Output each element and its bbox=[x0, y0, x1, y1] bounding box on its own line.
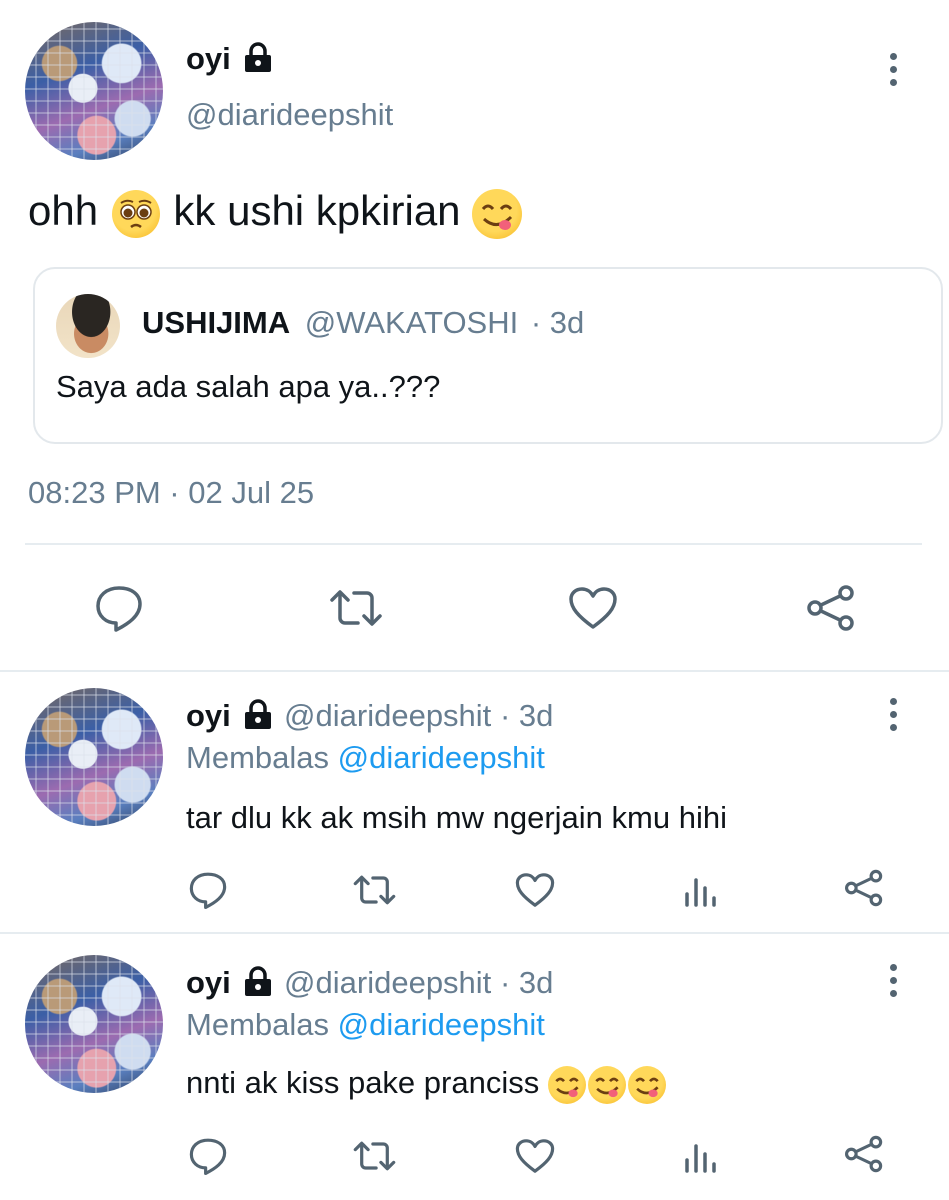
tweet-text: tar dlu kk ak msih mw ngerjain kmu hihi bbox=[186, 800, 727, 835]
lock-icon bbox=[245, 699, 272, 729]
share-icon[interactable] bbox=[844, 869, 884, 907]
more-vertical-icon[interactable] bbox=[887, 698, 899, 731]
display-name[interactable]: oyi bbox=[186, 965, 231, 1000]
lock-icon bbox=[245, 42, 272, 72]
tweet-text-part: ohh bbox=[28, 187, 110, 234]
avatar[interactable] bbox=[25, 955, 163, 1093]
yum-face-emoji bbox=[627, 1065, 666, 1104]
analytics-icon[interactable] bbox=[682, 1138, 718, 1174]
handle[interactable]: @diarideepshit bbox=[284, 698, 491, 733]
yum-face-emoji bbox=[547, 1065, 586, 1104]
quoted-age: · 3d bbox=[530, 305, 585, 340]
avatar[interactable] bbox=[25, 22, 163, 160]
quoted-author-line: USHIJIMA @WAKATOSHI · 3d bbox=[142, 303, 584, 343]
like-icon[interactable] bbox=[515, 872, 555, 908]
more-vertical-icon[interactable] bbox=[887, 53, 899, 86]
retweet-icon[interactable] bbox=[352, 1140, 397, 1172]
retweet-icon[interactable] bbox=[328, 588, 384, 628]
reply-context: Membalas @diarideepshit bbox=[186, 738, 545, 778]
tweet-text: nnti ak kiss pake pranciss bbox=[186, 1063, 666, 1104]
avatar[interactable] bbox=[25, 688, 163, 826]
analytics-icon[interactable] bbox=[682, 872, 718, 908]
tweet-text: ohh kk ushi kpkirian bbox=[28, 186, 523, 239]
lock-icon bbox=[245, 966, 272, 996]
like-icon[interactable] bbox=[515, 1138, 555, 1174]
divider bbox=[0, 932, 949, 934]
display-name[interactable]: oyi bbox=[186, 698, 231, 733]
quoted-avatar[interactable] bbox=[56, 294, 120, 358]
pleading-face-emoji bbox=[111, 189, 160, 238]
retweet-icon[interactable] bbox=[352, 874, 397, 906]
share-icon[interactable] bbox=[806, 584, 856, 632]
more-vertical-icon[interactable] bbox=[887, 964, 899, 997]
tweet-text-part: kk ushi kpkirian bbox=[173, 187, 473, 234]
reply-prefix: Membalas bbox=[186, 740, 338, 775]
reply-to-link[interactable]: @diarideepshit bbox=[338, 1007, 545, 1042]
handle[interactable]: @diarideepshit bbox=[284, 965, 491, 1000]
quoted-handle: @WAKATOSHI bbox=[304, 305, 519, 340]
yum-face-emoji bbox=[472, 188, 523, 239]
reply-context: Membalas @diarideepshit bbox=[186, 1005, 545, 1045]
reply-icon[interactable] bbox=[94, 584, 144, 632]
timestamp: 08:23 PM · 02 Jul 25 bbox=[28, 475, 315, 510]
tweet-text-part: nnti ak kiss pake pranciss bbox=[186, 1065, 548, 1100]
author-line: oyi bbox=[186, 40, 273, 78]
reply-icon[interactable] bbox=[188, 871, 228, 909]
share-icon[interactable] bbox=[844, 1135, 884, 1173]
reply-prefix: Membalas bbox=[186, 1007, 338, 1042]
author-line: oyi @diarideepshit · 3d bbox=[186, 963, 553, 1003]
yum-face-emoji bbox=[587, 1065, 626, 1104]
quoted-tweet[interactable]: USHIJIMA @WAKATOSHI · 3d Saya ada salah … bbox=[33, 267, 943, 444]
reply-icon[interactable] bbox=[188, 1137, 228, 1175]
tweet-age: · 3d bbox=[499, 965, 554, 1000]
reply-to-link[interactable]: @diarideepshit bbox=[338, 740, 545, 775]
display-name[interactable]: oyi bbox=[186, 41, 231, 76]
quoted-text: Saya ada salah apa ya..??? bbox=[56, 369, 441, 404]
divider bbox=[25, 543, 922, 545]
handle[interactable]: @diarideepshit bbox=[186, 97, 393, 133]
tweet-age: · 3d bbox=[499, 698, 554, 733]
author-line: oyi @diarideepshit · 3d bbox=[186, 696, 553, 736]
like-icon[interactable] bbox=[568, 586, 618, 630]
divider bbox=[0, 670, 949, 672]
quoted-display-name: USHIJIMA bbox=[142, 305, 291, 340]
